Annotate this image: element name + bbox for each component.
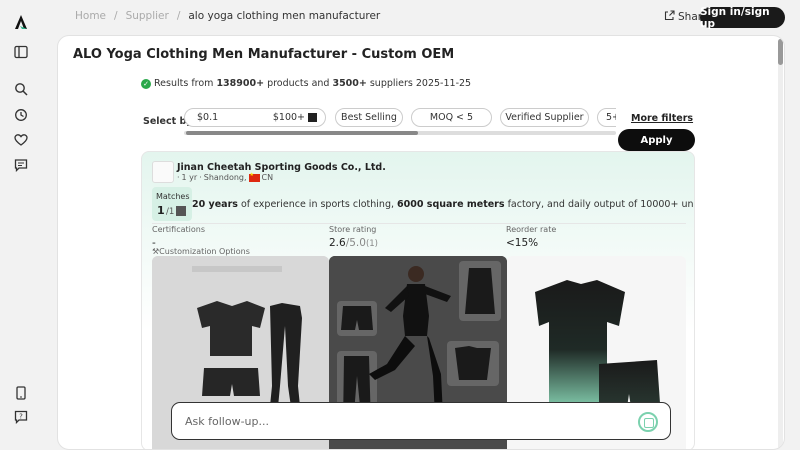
breadcrumb-home[interactable]: Home [75, 10, 106, 22]
store-rating-label: Store rating [329, 225, 377, 234]
chat-icon[interactable] [13, 157, 29, 173]
phone-icon[interactable] [13, 385, 29, 401]
filter-chip-verified-supplier[interactable]: Verified Supplier [500, 108, 589, 127]
page-title: ALO Yoga Clothing Men Manufacturer - Cus… [73, 47, 455, 62]
summary-mid2: suppliers [369, 78, 413, 89]
heart-icon[interactable] [13, 132, 29, 148]
store-rating-count: (1) [365, 239, 378, 249]
summary-products-count: 138900+ [216, 78, 265, 89]
price-min[interactable]: $0.1 [197, 112, 218, 123]
supplier-meta: · 1 yr · Shandong, CN [177, 172, 274, 183]
summary-mid1: products and [267, 78, 330, 89]
signin-button[interactable]: Sign in/sign up [700, 6, 785, 30]
breadcrumb: Home / Supplier / alo yoga clothing men … [75, 10, 380, 22]
supplier-description: 20 years of experience in sports clothin… [192, 199, 695, 210]
card-divider [152, 223, 686, 224]
filters-scrollbar-thumb[interactable] [186, 131, 418, 135]
reorder-rate-value: <15% [506, 237, 539, 249]
desc-area: 6000 square meters [397, 199, 505, 210]
customization-label: Customization Options [159, 247, 250, 256]
share-icon [664, 10, 675, 24]
supplier-years: 1 yr [181, 173, 198, 182]
filter-chip-5-years[interactable]: 5+ Years [597, 108, 616, 127]
send-icon[interactable] [638, 412, 658, 432]
sidebar-toggle-icon[interactable] [13, 44, 29, 60]
price-swatch-icon [308, 113, 317, 122]
supplier-name[interactable]: Jinan Cheetah Sporting Goods Co., Ltd. [177, 162, 386, 173]
apply-button[interactable]: Apply [618, 129, 695, 151]
feedback-icon[interactable]: ? [13, 409, 29, 425]
results-panel: ALO Yoga Clothing Men Manufacturer - Cus… [57, 35, 785, 450]
matches-swatch-icon [176, 206, 186, 216]
breadcrumb-current: alo yoga clothing men manufacturer [188, 10, 381, 22]
desc-end: factory, and daily output of 10000+ unit… [507, 199, 695, 210]
summary-suppliers-count: 3500+ [332, 78, 367, 89]
matches-count: 1 [157, 204, 165, 217]
matches-badge: Matches 1 /1 [152, 187, 192, 221]
breadcrumb-separator: / [114, 10, 118, 22]
results-summary: ✓ Results from 138900+ products and 3500… [141, 78, 471, 89]
china-flag-icon [248, 172, 260, 182]
supplier-location: Shandong, [203, 173, 247, 182]
summary-date: 2025-11-25 [415, 78, 472, 89]
search-icon[interactable] [13, 81, 29, 97]
store-rating-value-line: 2.6/5.0(1) [329, 237, 378, 249]
matches-total: /1 [166, 207, 175, 217]
check-circle-icon: ✓ [141, 78, 151, 89]
reorder-rate-label: Reorder rate [506, 225, 557, 234]
scrollbar-thumb[interactable] [778, 39, 783, 65]
supplier-logo[interactable] [152, 161, 174, 183]
left-rail: ? [0, 0, 43, 450]
breadcrumb-supplier[interactable]: Supplier [126, 10, 169, 22]
desc-years: 20 years [192, 199, 238, 210]
store-rating-max: /5.0 [345, 237, 366, 249]
certifications-stat: Certifications - [152, 225, 205, 249]
app-root: ? Home / Supplier / alo yoga clothing me… [0, 0, 800, 450]
desc-mid: of experience in sports clothing, [240, 199, 395, 210]
store-rating-stat: Store rating 2.6/5.0(1) [329, 225, 378, 249]
filters-scrollbar[interactable] [184, 131, 616, 135]
customization-options: ⚒Customization Options [152, 247, 250, 256]
svg-text:?: ? [19, 413, 23, 421]
price-range-filter[interactable]: $0.1 $100+ [184, 108, 326, 127]
history-icon[interactable] [13, 107, 29, 123]
store-rating-value: 2.6 [329, 237, 346, 249]
filter-chips: $0.1 $100+ Best Selling MOQ < 5 Verified… [184, 107, 616, 137]
summary-prefix: Results from [154, 78, 214, 89]
breadcrumb-separator: / [176, 10, 181, 22]
certifications-label: Certifications [152, 225, 205, 234]
vertical-scrollbar[interactable] [778, 39, 783, 449]
matches-label: Matches [156, 192, 190, 201]
more-filters-link[interactable]: More filters [631, 113, 693, 124]
reorder-rate-stat: Reorder rate <15% [506, 225, 556, 249]
filter-chip-best-selling[interactable]: Best Selling [335, 108, 403, 127]
price-max[interactable]: $100+ [273, 112, 305, 123]
follow-up-input[interactable]: Ask follow-up... [171, 402, 671, 440]
logo-icon[interactable] [13, 14, 29, 30]
supplier-country: CN [261, 173, 274, 182]
filter-chip-moq[interactable]: MOQ < 5 [411, 108, 492, 127]
follow-up-placeholder: Ask follow-up... [185, 415, 269, 428]
